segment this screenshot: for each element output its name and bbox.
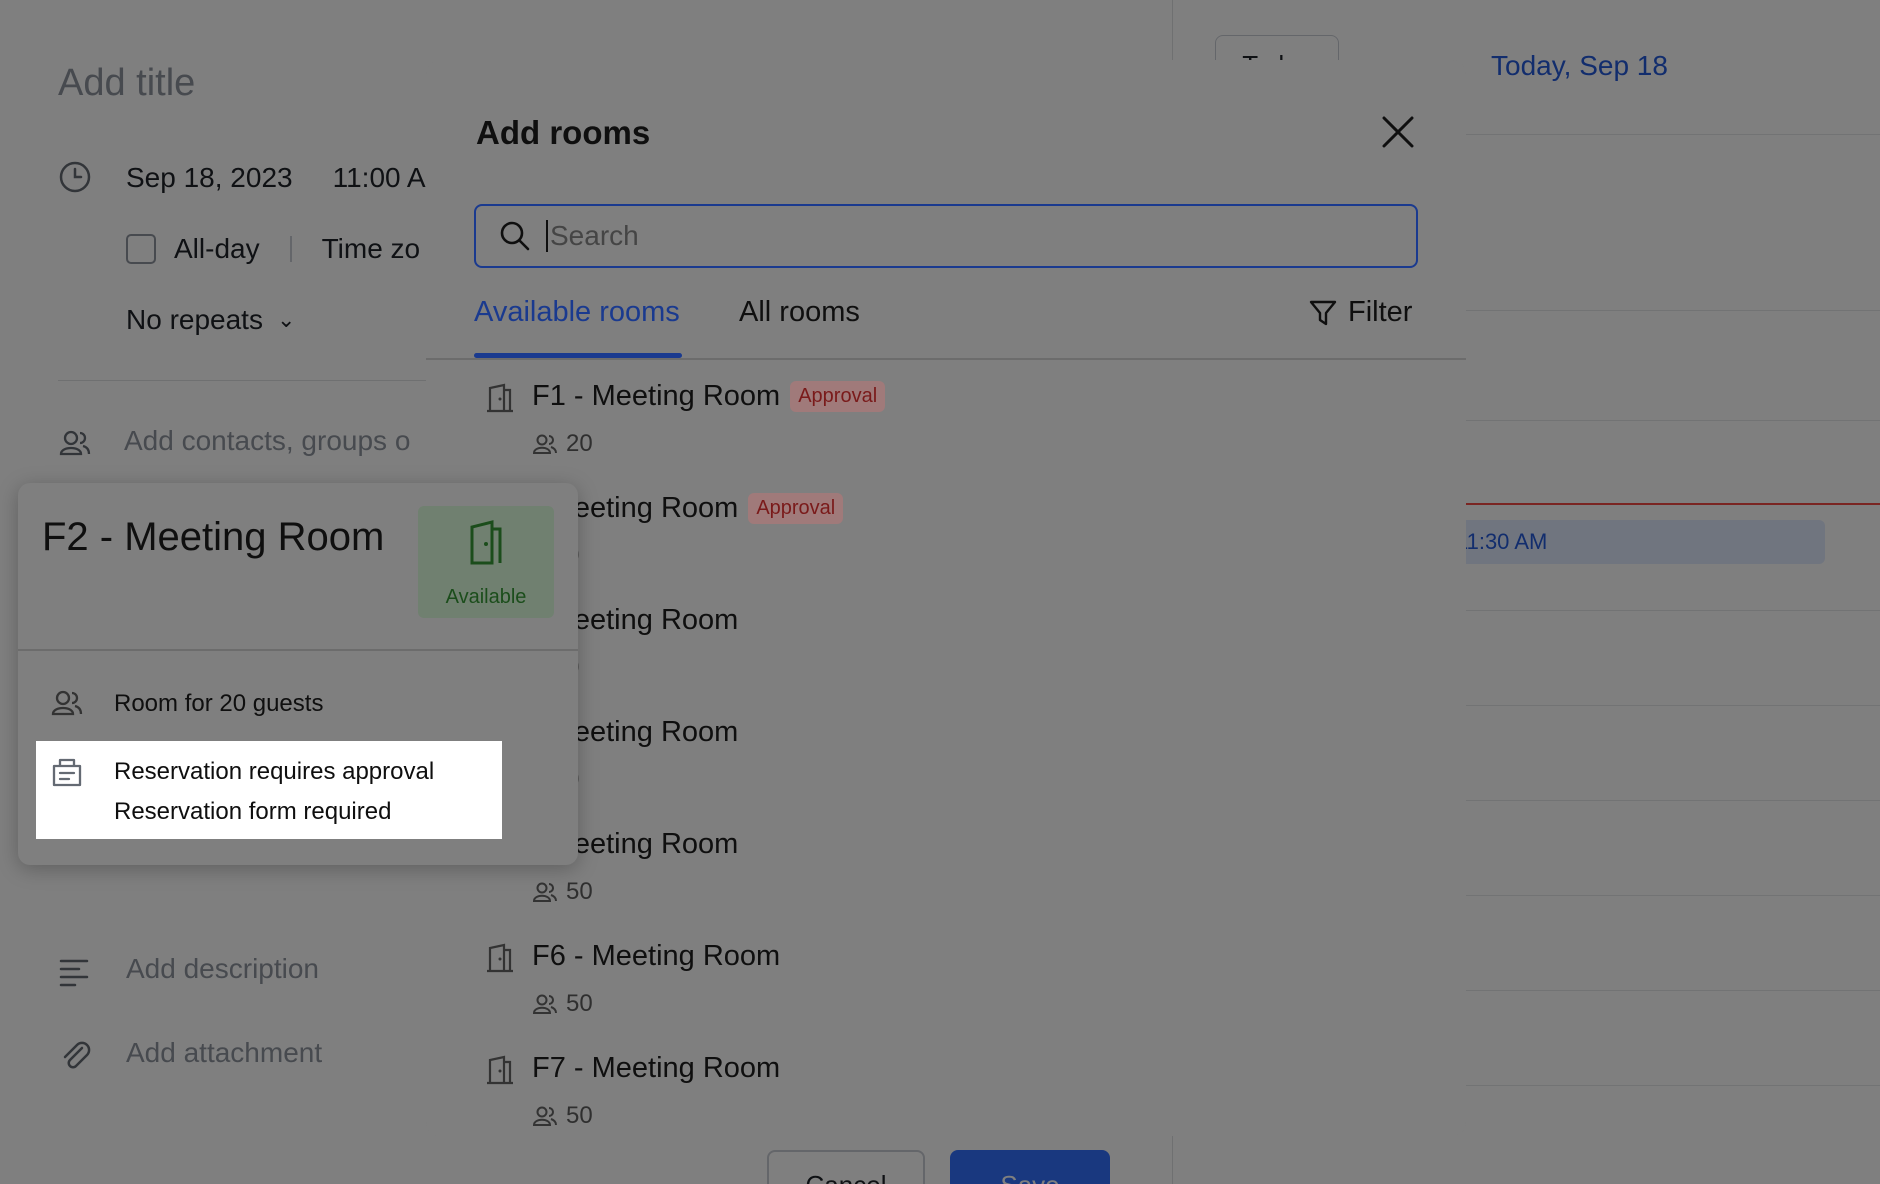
room-item[interactable]: F7 - Meeting Room 50	[426, 1032, 1466, 1136]
room-door-icon	[484, 1054, 516, 1086]
room-list: F1 - Meeting Room Approval 20 - Meeting R…	[426, 360, 1466, 1136]
guests-icon	[532, 1106, 557, 1126]
modal-title: Add rooms	[476, 114, 651, 151]
reservation-form-icon	[50, 755, 84, 789]
guests-icon	[532, 994, 557, 1014]
tab-available-rooms[interactable]: Available rooms	[474, 296, 680, 329]
room-capacity-text: Room for 20 guests	[114, 690, 324, 717]
guests-icon	[50, 686, 84, 720]
room-capacity: 20	[566, 430, 593, 457]
search-input[interactable]	[546, 220, 1386, 252]
room-name: F1 - Meeting Room	[532, 380, 781, 412]
approval-badge: Approval	[748, 493, 844, 524]
room-item[interactable]: - Meeting RoomApproval 0	[426, 472, 1466, 584]
room-door-icon	[484, 382, 516, 414]
room-name: F6 - Meeting Room	[532, 940, 781, 972]
approval-required-text: Reservation requires approval	[114, 758, 435, 785]
room-card-title: F2 - Meeting Room	[42, 515, 385, 559]
filter-label: Filter	[1348, 296, 1413, 328]
search-icon	[498, 219, 532, 253]
room-item[interactable]: F6 - Meeting Room 50	[426, 920, 1466, 1032]
room-capacity: 50	[566, 878, 593, 905]
form-required-text: Reservation form required	[114, 798, 392, 825]
filter-icon	[1309, 300, 1337, 325]
room-status-label: Available	[445, 586, 527, 608]
room-capacity: 50	[566, 990, 593, 1017]
add-rooms-modal: Add rooms Available rooms All rooms Filt…	[426, 60, 1466, 1136]
approval-badge: Approval	[790, 381, 886, 412]
room-search-box	[474, 204, 1418, 268]
room-status-box: Available	[418, 506, 554, 618]
room-door-icon	[484, 942, 516, 974]
room-name: F7 - Meeting Room	[532, 1052, 781, 1084]
filter-button[interactable]: Filter	[1308, 296, 1412, 329]
room-detail-card: F2 - Meeting Room Available Room for 20 …	[18, 483, 578, 865]
room-item[interactable]: - Meeting Room 50	[426, 808, 1466, 920]
close-icon[interactable]	[1378, 112, 1418, 152]
room-item[interactable]: - Meeting Room 0	[426, 696, 1466, 808]
guests-icon	[532, 434, 557, 454]
door-icon	[466, 520, 506, 566]
guests-icon	[532, 882, 557, 902]
page: Add title Sep 18, 2023 11:00 A All-day T…	[0, 0, 1880, 1184]
divider	[18, 649, 578, 651]
room-item[interactable]: F1 - Meeting Room Approval 20	[426, 360, 1466, 472]
room-capacity: 50	[566, 1102, 593, 1129]
room-item[interactable]: - Meeting Room 0	[426, 584, 1466, 696]
tab-all-rooms[interactable]: All rooms	[739, 296, 860, 329]
